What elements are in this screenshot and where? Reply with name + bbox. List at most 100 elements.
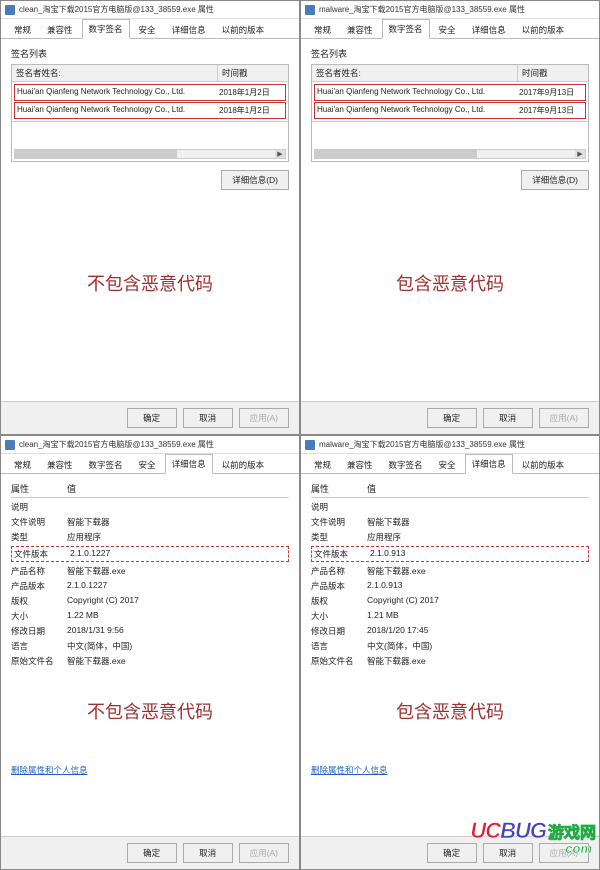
sig-col-time: 时间戳 xyxy=(518,65,588,81)
kv-row-fileversion[interactable]: 文件版本2.1.0.913 xyxy=(311,546,589,562)
sig-list-label: 签名列表 xyxy=(11,47,289,60)
kv-row[interactable]: 大小1.22 MB xyxy=(11,609,289,623)
apply-button[interactable]: 应用(A) xyxy=(239,408,289,428)
kv-row[interactable]: 语言中文(简体，中国) xyxy=(11,639,289,653)
kv-row[interactable]: 产品名称智能下载器.exe xyxy=(311,564,589,578)
tab-security[interactable]: 安全 xyxy=(432,20,463,39)
sig-signer: Huai'an Qianfeng Network Technology Co.,… xyxy=(315,103,517,118)
kv-row[interactable]: 修改日期2018/1/31 9:56 xyxy=(11,624,289,638)
sig-row[interactable]: Huai'an Qianfeng Network Technology Co.,… xyxy=(14,102,286,119)
verdict-text: 包含恶意代码 xyxy=(311,698,589,724)
kv-row[interactable]: 产品版本2.1.0.1227 xyxy=(11,579,289,593)
titlebar[interactable]: malware_淘宝下载2015官方电脑版@133_38559.exe 属性 xyxy=(301,436,599,454)
tab-digsig[interactable]: 数字签名 xyxy=(382,19,430,39)
sig-empty-area: ◀ ▶ xyxy=(312,121,588,161)
tab-security[interactable]: 安全 xyxy=(132,455,163,474)
details-button[interactable]: 详细信息(D) xyxy=(221,170,289,190)
tab-general[interactable]: 常规 xyxy=(307,455,338,474)
tab-compat[interactable]: 兼容性 xyxy=(40,455,80,474)
tab-security[interactable]: 安全 xyxy=(432,455,463,474)
tab-prev[interactable]: 以前的版本 xyxy=(515,455,572,474)
tab-digsig[interactable]: 数字签名 xyxy=(82,455,130,474)
horizontal-scrollbar[interactable]: ◀ ▶ xyxy=(314,149,586,159)
tab-details[interactable]: 详细信息 xyxy=(465,20,513,39)
kv-row[interactable]: 原始文件名智能下载器.exe xyxy=(311,654,589,668)
app-icon xyxy=(5,440,15,450)
sig-body: Huai'an Qianfeng Network Technology Co.,… xyxy=(312,82,588,121)
tab-general[interactable]: 常规 xyxy=(7,20,38,39)
kv-row[interactable]: 版权Copyright (C) 2017 xyxy=(311,594,589,608)
sig-row[interactable]: Huai'an Qianfeng Network Technology Co.,… xyxy=(314,84,586,101)
head-val: 值 xyxy=(367,482,376,495)
kv-row[interactable]: 语言中文(简体，中国) xyxy=(311,639,589,653)
signature-table: 签名者姓名: 时间戳 Huai'an Qianfeng Network Tech… xyxy=(11,64,289,162)
tab-compat[interactable]: 兼容性 xyxy=(40,20,80,39)
apply-button[interactable]: 应用(A) xyxy=(239,843,289,863)
content: 属性 值 说明 文件说明智能下载器 类型应用程序 文件版本2.1.0.1227 … xyxy=(1,474,299,836)
sig-col-name: 签名者姓名: xyxy=(12,65,218,81)
tab-details[interactable]: 详细信息 xyxy=(465,454,513,474)
tab-digsig[interactable]: 数字签名 xyxy=(82,19,130,39)
app-icon xyxy=(5,5,15,15)
content: 签名列表 签名者姓名: 时间戳 Huai'an Qianfeng Network… xyxy=(1,39,299,401)
kv-row-fileversion[interactable]: 文件版本2.1.0.1227 xyxy=(11,546,289,562)
kv-row[interactable]: 修改日期2018/1/20 17:45 xyxy=(311,624,589,638)
head-prop: 属性 xyxy=(311,482,367,495)
scroll-right-icon[interactable]: ▶ xyxy=(275,150,285,158)
tabs: 常规 兼容性 数字签名 安全 详细信息 以前的版本 xyxy=(301,454,599,474)
sig-signer: Huai'an Qianfeng Network Technology Co.,… xyxy=(15,85,217,100)
tab-details[interactable]: 详细信息 xyxy=(165,454,213,474)
kv-row[interactable]: 类型应用程序 xyxy=(11,530,289,544)
kv-row[interactable]: 文件说明智能下载器 xyxy=(11,515,289,529)
tab-security[interactable]: 安全 xyxy=(132,20,163,39)
scroll-right-icon[interactable]: ▶ xyxy=(575,150,585,158)
tab-compat[interactable]: 兼容性 xyxy=(340,455,380,474)
kv-row[interactable]: 类型应用程序 xyxy=(311,530,589,544)
tab-details[interactable]: 详细信息 xyxy=(165,20,213,39)
kv-row[interactable]: 产品名称智能下载器.exe xyxy=(11,564,289,578)
kv-header: 属性 值 xyxy=(311,482,589,498)
ok-button[interactable]: 确定 xyxy=(427,843,477,863)
tab-prev[interactable]: 以前的版本 xyxy=(515,20,572,39)
remove-properties-link[interactable]: 删除属性和个人信息 xyxy=(11,764,88,776)
dialog-buttons: 确定 取消 应用(A) xyxy=(301,836,599,869)
details-button[interactable]: 详细信息(D) xyxy=(521,170,589,190)
cancel-button[interactable]: 取消 xyxy=(183,408,233,428)
tabs: 常规 兼容性 数字签名 安全 详细信息 以前的版本 xyxy=(1,19,299,39)
sig-row[interactable]: Huai'an Qianfeng Network Technology Co.,… xyxy=(14,84,286,101)
kv-row[interactable]: 产品版本2.1.0.913 xyxy=(311,579,589,593)
remove-properties-link[interactable]: 删除属性和个人信息 xyxy=(311,764,388,776)
scroll-thumb[interactable] xyxy=(315,150,477,158)
apply-button[interactable]: 应用(A) xyxy=(539,843,589,863)
kv-row[interactable]: 版权Copyright (C) 2017 xyxy=(11,594,289,608)
horizontal-scrollbar[interactable]: ◀ ▶ xyxy=(14,149,286,159)
dialog-buttons: 确定 取消 应用(A) xyxy=(301,401,599,434)
tabs: 常规 兼容性 数字签名 安全 详细信息 以前的版本 xyxy=(301,19,599,39)
ok-button[interactable]: 确定 xyxy=(127,408,177,428)
cancel-button[interactable]: 取消 xyxy=(483,843,533,863)
kv-row[interactable]: 原始文件名智能下载器.exe xyxy=(11,654,289,668)
sig-list-label: 签名列表 xyxy=(311,47,589,60)
kv-row[interactable]: 文件说明智能下载器 xyxy=(311,515,589,529)
content: 属性 值 说明 文件说明智能下载器 类型应用程序 文件版本2.1.0.913 产… xyxy=(301,474,599,836)
kv-body: 说明 文件说明智能下载器 类型应用程序 文件版本2.1.0.913 产品名称智能… xyxy=(311,500,589,668)
tab-digsig[interactable]: 数字签名 xyxy=(382,455,430,474)
sig-row[interactable]: Huai'an Qianfeng Network Technology Co.,… xyxy=(314,102,586,119)
ok-button[interactable]: 确定 xyxy=(427,408,477,428)
scroll-thumb[interactable] xyxy=(15,150,177,158)
titlebar[interactable]: malware_淘宝下载2015官方电脑版@133_38559.exe 属性 xyxy=(301,1,599,19)
tab-general[interactable]: 常规 xyxy=(7,455,38,474)
tab-general[interactable]: 常规 xyxy=(307,20,338,39)
tab-prev[interactable]: 以前的版本 xyxy=(215,20,272,39)
apply-button[interactable]: 应用(A) xyxy=(539,408,589,428)
tab-prev[interactable]: 以前的版本 xyxy=(215,455,272,474)
cancel-button[interactable]: 取消 xyxy=(483,408,533,428)
kv-row[interactable]: 大小1.21 MB xyxy=(311,609,589,623)
ok-button[interactable]: 确定 xyxy=(127,843,177,863)
tab-compat[interactable]: 兼容性 xyxy=(340,20,380,39)
titlebar[interactable]: clean_淘宝下载2015官方电脑版@133_38559.exe 属性 xyxy=(1,436,299,454)
titlebar[interactable]: clean_淘宝下载2015官方电脑版@133_38559.exe 属性 xyxy=(1,1,299,19)
window-clean-details: clean_淘宝下载2015官方电脑版@133_38559.exe 属性 常规 … xyxy=(0,435,300,870)
cancel-button[interactable]: 取消 xyxy=(183,843,233,863)
sig-date: 2017年9月13日 xyxy=(517,85,585,100)
